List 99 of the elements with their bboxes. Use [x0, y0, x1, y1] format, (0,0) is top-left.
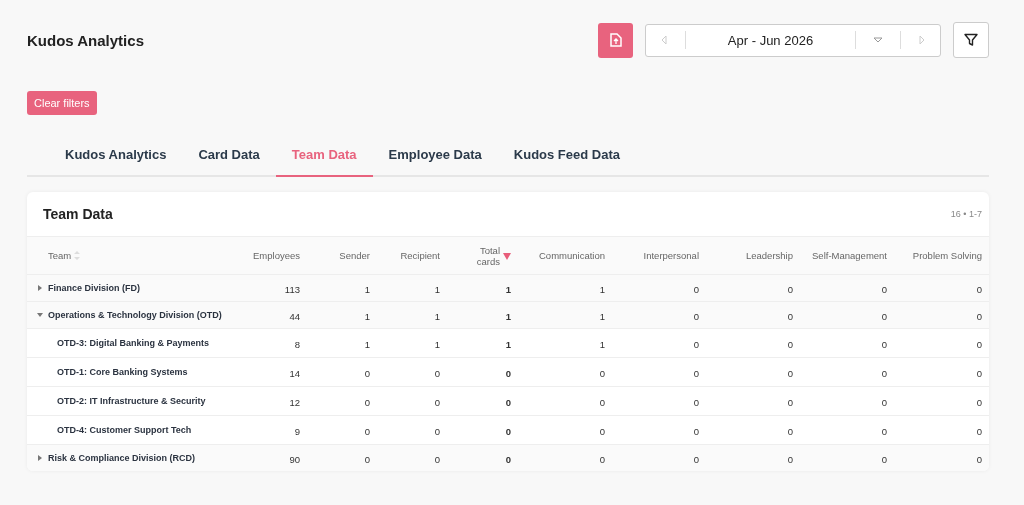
table-cell: 0: [364, 426, 370, 437]
filter-icon: [964, 33, 978, 47]
table-cell: 90: [289, 454, 300, 465]
table-cell: 0: [976, 284, 982, 295]
table-cell: 0: [881, 339, 887, 350]
table-cell: 0: [364, 368, 370, 379]
table-cell: 9: [294, 426, 300, 437]
tab[interactable]: Employee Data: [372, 141, 498, 177]
column-header[interactable]: Interpersonal: [643, 250, 699, 261]
clear-filters-button[interactable]: Clear filters: [27, 91, 97, 115]
table-cell: 0: [505, 454, 511, 465]
table-cell: 0: [693, 368, 699, 379]
table-cell: 0: [787, 284, 793, 295]
table-cell: 0: [881, 426, 887, 437]
table-cell: 0: [976, 339, 982, 350]
table-cell: 1: [364, 284, 370, 295]
table-title: Team Data: [43, 206, 113, 222]
table-cell: 0: [976, 426, 982, 437]
table-cell: 0: [787, 368, 793, 379]
table-cell: 0: [434, 454, 440, 465]
team-name: OTD-1: Core Banking Systems: [57, 367, 188, 377]
column-header[interactable]: Employees: [253, 250, 300, 261]
table-cell: 0: [881, 397, 887, 408]
table-cell: 0: [881, 368, 887, 379]
column-header[interactable]: Sender: [339, 250, 370, 261]
collapse-icon[interactable]: [37, 312, 43, 318]
table-cell: 1: [599, 311, 605, 322]
table-cell: 0: [976, 397, 982, 408]
table-cell: 1: [599, 339, 605, 350]
tab[interactable]: Kudos Feed Data: [497, 141, 636, 177]
column-header[interactable]: Total cards: [466, 244, 500, 267]
table-cell: 1: [505, 284, 511, 295]
table-cell: 0: [599, 426, 605, 437]
table-cell: 0: [364, 397, 370, 408]
sort-descending-icon[interactable]: [503, 251, 511, 260]
table-cell: 0: [881, 311, 887, 322]
team-name: Risk & Compliance Division (RCD): [48, 453, 196, 463]
table-cell: 44: [289, 311, 300, 322]
table-cell: 0: [599, 368, 605, 379]
period-selector[interactable]: Apr - Jun 2026: [645, 23, 941, 57]
table-cell: 0: [434, 426, 440, 437]
dropdown-icon[interactable]: [873, 36, 883, 44]
column-header[interactable]: Team: [48, 250, 72, 261]
table-cell: 0: [787, 311, 793, 322]
table-cell: 0: [599, 454, 605, 465]
table-cell: 1: [364, 339, 370, 350]
table-cell: 0: [881, 454, 887, 465]
table-cell: 0: [976, 454, 982, 465]
record-count: 16 • 1-7: [950, 209, 982, 219]
column-header[interactable]: Self-Management: [812, 250, 887, 261]
export-button[interactable]: [598, 22, 633, 58]
table-cell: 0: [976, 311, 982, 322]
team-name: OTD-4: Customer Support Tech: [57, 425, 192, 435]
table-cell: 0: [434, 368, 440, 379]
file-upload-icon: [609, 33, 622, 47]
team-name: Operations & Technology Division (OTD): [48, 310, 222, 320]
table-cell: 0: [505, 397, 511, 408]
table-cell: 0: [693, 454, 699, 465]
table-cell: 1: [505, 339, 511, 350]
expand-icon[interactable]: [37, 455, 43, 461]
filter-button[interactable]: [953, 22, 989, 58]
table-cell: 1: [434, 339, 440, 350]
table-cell: 113: [284, 284, 300, 295]
expand-icon[interactable]: [37, 285, 43, 291]
table-cell: 1: [434, 311, 440, 322]
table-cell: 1: [434, 284, 440, 295]
table-cell: 0: [787, 397, 793, 408]
team-name: OTD-3: Digital Banking & Payments: [57, 338, 210, 348]
table-cell: 0: [434, 397, 440, 408]
table-cell: 0: [693, 339, 699, 350]
tab[interactable]: Kudos Analytics: [49, 141, 183, 177]
table-cell: 1: [505, 311, 511, 322]
column-header[interactable]: Leadership: [746, 250, 793, 261]
table-cell: 12: [289, 397, 300, 408]
table-cell: 1: [364, 311, 370, 322]
table-cell: 0: [693, 284, 699, 295]
tab[interactable]: Card Data: [182, 141, 276, 177]
table-cell: 0: [364, 454, 370, 465]
table-cell: 0: [599, 397, 605, 408]
column-header[interactable]: Communication: [539, 250, 605, 261]
page-title: Kudos Analytics: [27, 31, 144, 49]
table-cell: 0: [787, 454, 793, 465]
team-name: Finance Division (FD): [48, 283, 140, 293]
column-header[interactable]: Recipient: [400, 250, 440, 261]
table-cell: 8: [294, 339, 300, 350]
table-cell: 14: [289, 368, 300, 379]
period-label: Apr - Jun 2026: [726, 32, 815, 48]
table-cell: 0: [693, 426, 699, 437]
column-header[interactable]: Problem Solving: [912, 250, 982, 261]
table-cell: 0: [787, 339, 793, 350]
table-cell: 0: [505, 368, 511, 379]
table-cell: 0: [881, 284, 887, 295]
table-cell: 0: [505, 426, 511, 437]
table-cell: 0: [976, 368, 982, 379]
table-cell: 0: [693, 311, 699, 322]
table-cell: 0: [693, 397, 699, 408]
table-cell: 1: [599, 284, 605, 295]
team-name: OTD-2: IT Infrastructure & Security: [57, 396, 206, 406]
table-cell: 0: [787, 426, 793, 437]
